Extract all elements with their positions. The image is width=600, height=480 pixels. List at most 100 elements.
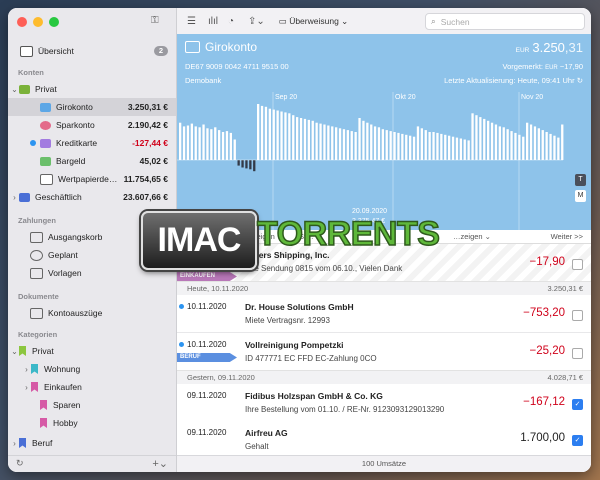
balance-bar[interactable] xyxy=(323,124,326,161)
balance-bar[interactable] xyxy=(553,135,556,160)
balance-bar[interactable] xyxy=(319,123,322,160)
balance-bar[interactable] xyxy=(409,135,412,160)
sidebar-item-kontoauszuege[interactable]: Kontoauszüge xyxy=(8,304,176,322)
balance-bar[interactable] xyxy=(179,122,182,160)
balance-bar[interactable] xyxy=(299,118,303,160)
balance-bar[interactable] xyxy=(370,124,373,161)
balance-bar[interactable] xyxy=(268,108,271,160)
balance-bar[interactable] xyxy=(260,105,264,160)
chevron-right-icon[interactable]: › xyxy=(10,193,19,202)
balance-bar[interactable] xyxy=(541,130,544,160)
balance-bar[interactable] xyxy=(245,160,248,169)
chevron-down-icon[interactable]: ⌄ xyxy=(10,347,19,356)
balance-bar[interactable] xyxy=(303,118,307,160)
balance-bar[interactable] xyxy=(186,125,190,161)
balance-bar[interactable] xyxy=(272,109,275,160)
balance-bar[interactable] xyxy=(487,120,490,160)
sidebar-item-cat-wohnung[interactable]: › Wohnung xyxy=(8,360,176,378)
balance-bar[interactable] xyxy=(510,131,513,160)
sidebar-item-cat-sparen[interactable]: Sparen xyxy=(8,396,176,414)
balance-bar[interactable] xyxy=(526,122,529,160)
balance-bar[interactable] xyxy=(280,111,283,161)
chevron-right-icon[interactable]: › xyxy=(22,383,31,392)
balance-bar[interactable] xyxy=(342,129,346,160)
balance-bar[interactable] xyxy=(335,127,338,160)
balance-bar[interactable] xyxy=(206,128,209,160)
balance-bar[interactable] xyxy=(529,124,533,161)
balance-bar[interactable] xyxy=(221,132,225,160)
balance-bar[interactable] xyxy=(315,122,318,160)
key-icon[interactable]: ⚿ xyxy=(151,15,159,26)
minimize-button[interactable] xyxy=(33,17,43,27)
balance-bar[interactable] xyxy=(448,135,451,160)
sidebar-item-overview[interactable]: Übersicht 2 xyxy=(8,42,176,60)
balance-bar[interactable] xyxy=(412,136,416,160)
balance-bar[interactable] xyxy=(479,117,482,160)
balance-bar[interactable] xyxy=(257,104,260,160)
balance-bar[interactable] xyxy=(397,132,400,160)
balance-bar[interactable] xyxy=(451,136,455,160)
balance-bar[interactable] xyxy=(545,132,548,160)
balance-bar[interactable] xyxy=(350,131,353,160)
balance-bar[interactable] xyxy=(467,140,470,160)
balance-bar[interactable] xyxy=(194,126,197,160)
list-icon[interactable]: ☰ xyxy=(187,16,196,27)
balance-bar[interactable] xyxy=(436,132,439,160)
balance-bar[interactable] xyxy=(249,160,252,170)
sidebar-item-wertpapierdepot[interactable]: Wertpapierde… 11.754,65 € xyxy=(8,170,176,188)
balance-bar[interactable] xyxy=(276,110,279,161)
balance-bar[interactable] xyxy=(498,126,501,160)
transaction-row[interactable]: 10.11.2020 Vollreinigung Pompetzki ID 47… xyxy=(177,333,591,371)
sidebar-item-geschaeftlich[interactable]: › Geschäftlich 23.607,66 € xyxy=(8,188,176,206)
balance-bar[interactable] xyxy=(233,139,236,161)
balance-bar[interactable] xyxy=(354,132,357,160)
balance-bar[interactable] xyxy=(463,139,466,161)
balance-bar[interactable] xyxy=(389,131,392,160)
sidebar-item-sparkonto[interactable]: Sparkonto 2.190,42 € xyxy=(8,116,176,134)
balance-bar[interactable] xyxy=(218,130,221,160)
sidebar-item-girokonto[interactable]: Girokonto 3.250,31 € xyxy=(8,98,176,116)
balance-bar[interactable] xyxy=(182,126,186,160)
balance-bar[interactable] xyxy=(202,124,205,161)
zoom-button[interactable] xyxy=(49,17,59,27)
balance-bar[interactable] xyxy=(518,134,521,160)
sidebar-item-cat-privat[interactable]: ⌄ Privat xyxy=(8,342,176,360)
balance-bar[interactable] xyxy=(311,120,314,160)
checkbox[interactable] xyxy=(572,348,583,359)
add-icon[interactable]: +⌄ xyxy=(152,457,168,470)
balance-bar[interactable] xyxy=(522,136,525,160)
balance-bar[interactable] xyxy=(225,131,229,160)
more-columns-button[interactable]: Weiter >> xyxy=(551,232,583,241)
balance-bar[interactable] xyxy=(537,128,540,160)
chevron-right-icon[interactable]: › xyxy=(10,439,19,448)
balance-bar[interactable] xyxy=(494,124,498,161)
balance-bar[interactable] xyxy=(358,118,361,160)
balance-bar[interactable] xyxy=(296,117,299,160)
balance-bar[interactable] xyxy=(288,113,291,160)
balance-bar[interactable] xyxy=(385,130,388,160)
balance-bar[interactable] xyxy=(416,126,420,160)
checkbox[interactable] xyxy=(572,310,583,321)
sidebar-item-cat-beruf[interactable]: › Beruf xyxy=(8,434,176,452)
pie-chart-icon[interactable]: ◔ xyxy=(228,16,234,27)
balance-bar[interactable] xyxy=(506,129,509,160)
refresh-icon[interactable]: ↻ xyxy=(577,76,583,85)
balance-bar[interactable] xyxy=(428,132,431,160)
balance-bar[interactable] xyxy=(455,137,459,160)
transaction-row[interactable]: 10.11.2020 Dr. House Solutions GmbH Miet… xyxy=(177,295,591,333)
toggle-m-button[interactable]: M xyxy=(575,190,586,202)
checkbox[interactable] xyxy=(572,259,583,270)
balance-bar[interactable] xyxy=(471,113,474,160)
balance-bar[interactable] xyxy=(533,126,537,160)
toggle-t-button[interactable]: T xyxy=(575,174,586,186)
balance-bar[interactable] xyxy=(420,128,423,160)
balance-bar[interactable] xyxy=(198,127,201,160)
transfer-button[interactable]: ▭ Überweisung ⌄ xyxy=(279,16,349,27)
transaction-row[interactable]: 09.11.2020 Airfreu AG Gehalt 1.700,00 ✓ xyxy=(177,421,591,456)
balance-bar[interactable] xyxy=(190,123,193,160)
balance-bar[interactable] xyxy=(366,122,369,160)
balance-bar[interactable] xyxy=(401,133,404,160)
chart-icon[interactable]: ılıl xyxy=(208,16,218,27)
balance-bar[interactable] xyxy=(373,126,377,160)
balance-bar[interactable] xyxy=(210,129,213,160)
